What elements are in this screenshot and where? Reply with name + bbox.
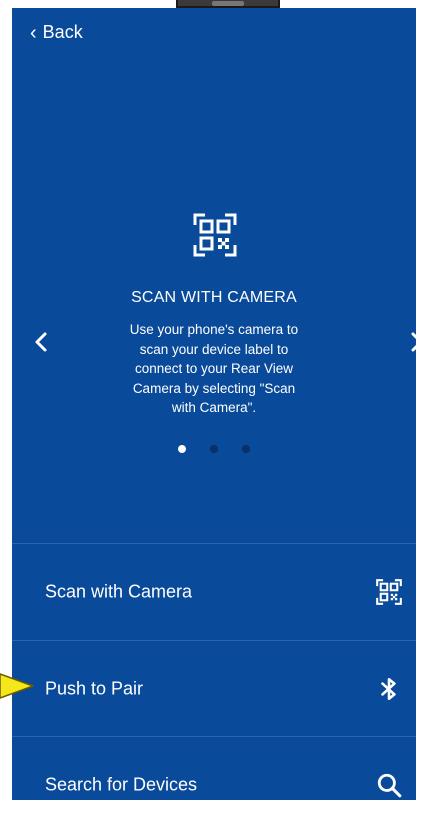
- option-label: Scan with Camera: [45, 581, 193, 602]
- search-for-devices-option[interactable]: Search for Devices: [12, 737, 416, 800]
- option-label: Push to Pair: [45, 678, 144, 699]
- pagination-dot[interactable]: [242, 445, 250, 453]
- pairing-screen: ‹ Back SCAN WITH CAMERA Use your phone's…: [12, 8, 416, 800]
- pointer-arrow-icon: [0, 673, 34, 699]
- search-icon: [377, 773, 402, 798]
- option-label: Search for Devices: [45, 774, 198, 795]
- carousel-next-button[interactable]: [404, 330, 416, 354]
- carousel-pagination: [12, 445, 416, 453]
- carousel-title: SCAN WITH CAMERA: [131, 289, 297, 306]
- qr-code-icon: [376, 579, 402, 605]
- back-label: Back: [42, 22, 83, 42]
- carousel-description: Use your phone's camera to scan your dev…: [129, 322, 299, 415]
- pagination-dot[interactable]: [210, 445, 218, 453]
- push-to-pair-option[interactable]: Push to Pair: [12, 641, 416, 737]
- scan-with-camera-option[interactable]: Scan with Camera: [12, 544, 416, 640]
- top-notch: [176, 0, 280, 8]
- qr-code-icon: [193, 213, 237, 257]
- carousel-prev-button[interactable]: [30, 330, 54, 354]
- chevron-left-icon: ‹: [30, 21, 37, 44]
- back-button[interactable]: ‹ Back: [30, 22, 83, 43]
- bluetooth-icon: [381, 677, 396, 701]
- pagination-dot-active[interactable]: [178, 445, 186, 453]
